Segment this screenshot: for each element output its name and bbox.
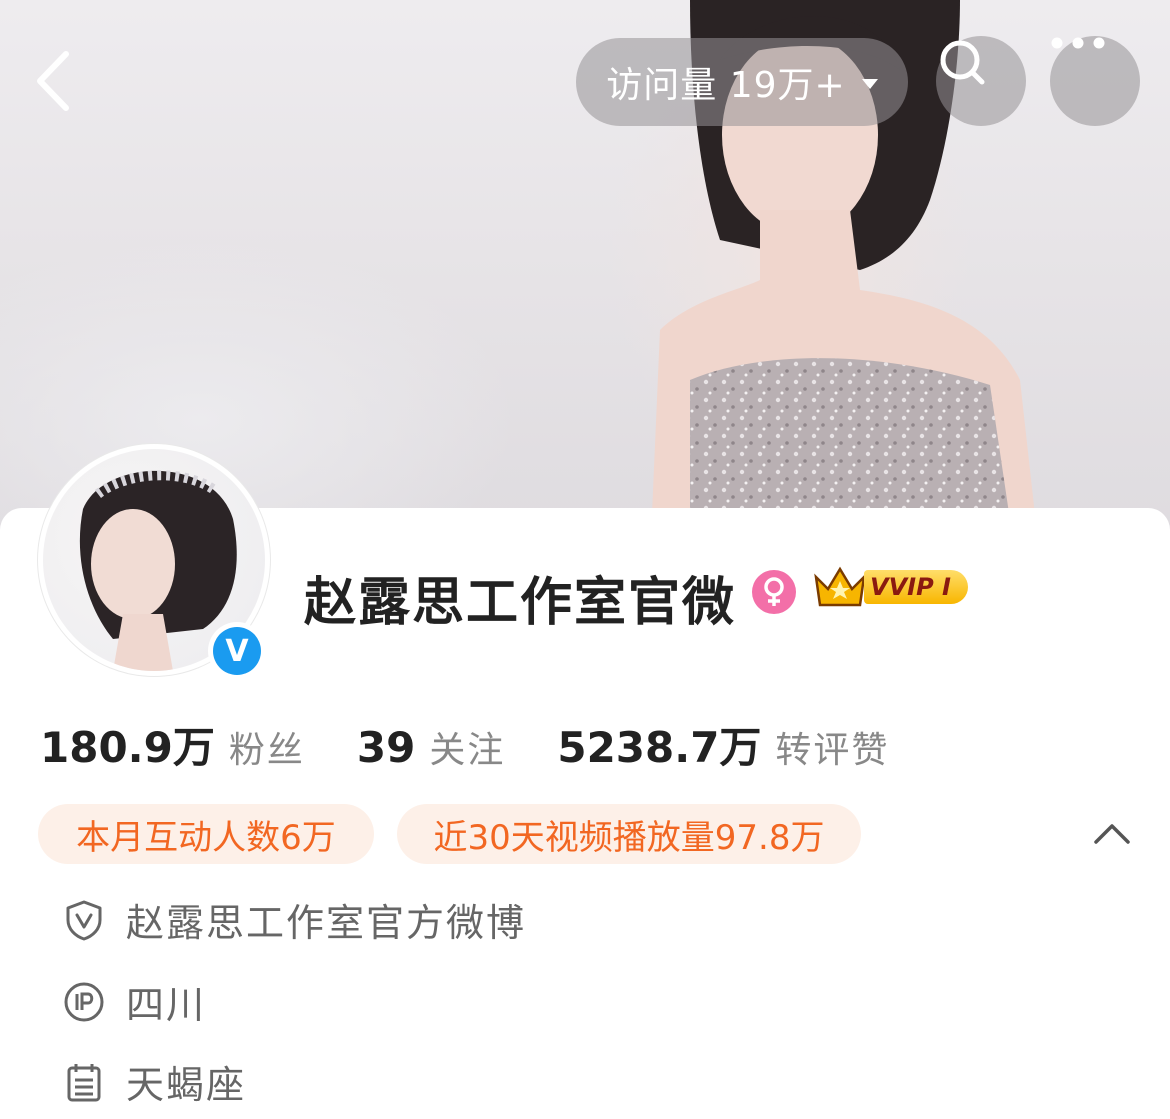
stat-label: 关注 [429,730,506,771]
info-text: 赵露思工作室官方微博 [126,901,527,945]
search-icon [940,40,985,85]
visits-label: 访问量 19万+ [606,65,846,106]
profile-name: 赵露思工作室官微 [304,573,737,633]
search-button[interactable] [936,36,1026,126]
verified-v-icon: V [213,627,261,675]
stat-label: 转评赞 [775,730,890,771]
vvip-label: VVIP I [864,570,968,604]
more-button[interactable] [1050,36,1140,126]
stat-value: 39 [356,723,416,772]
collapse-button[interactable] [1090,818,1134,848]
vvip-badge[interactable]: VVIP I [812,563,972,611]
tag-video-plays[interactable]: 近30天视频播放量97.8万 [397,804,861,864]
stat-value: 5238.7万 [557,723,762,772]
caret-down-icon [861,79,878,89]
more-dots-icon [1051,37,1105,49]
info-row-zodiac: 天蝎座 [62,1054,246,1109]
back-button[interactable] [28,48,88,114]
visits-dropdown[interactable]: 访问量 19万+ [576,38,908,126]
info-row-ip-location: 四川 [62,974,206,1029]
female-icon [752,570,796,614]
tag-monthly-interactions[interactable]: 本月互动人数6万 [38,804,374,864]
stats-bar: 180.9万 粉丝 39 关注 5238.7万 转评赞 [40,714,941,775]
crown-icon [814,566,866,607]
info-text: 天蝎座 [126,1063,247,1107]
stat-label: 粉丝 [228,730,305,771]
stat-interactions[interactable]: 5238.7万 转评赞 [557,714,889,775]
info-row-verification: 赵露思工作室官方微博 [62,892,526,947]
ip-location-icon [64,982,104,1021]
stat-value: 180.9万 [40,723,215,772]
verified-badge: V [208,622,266,680]
calendar-icon [67,1063,101,1101]
chevron-up-icon [1094,824,1130,844]
stat-following[interactable]: 39 关注 [357,721,505,773]
chevron-left-icon [37,51,69,111]
verified-shield-icon [66,900,102,940]
stat-followers[interactable]: 180.9万 粉丝 [40,714,305,775]
info-text: 四川 [126,983,207,1027]
